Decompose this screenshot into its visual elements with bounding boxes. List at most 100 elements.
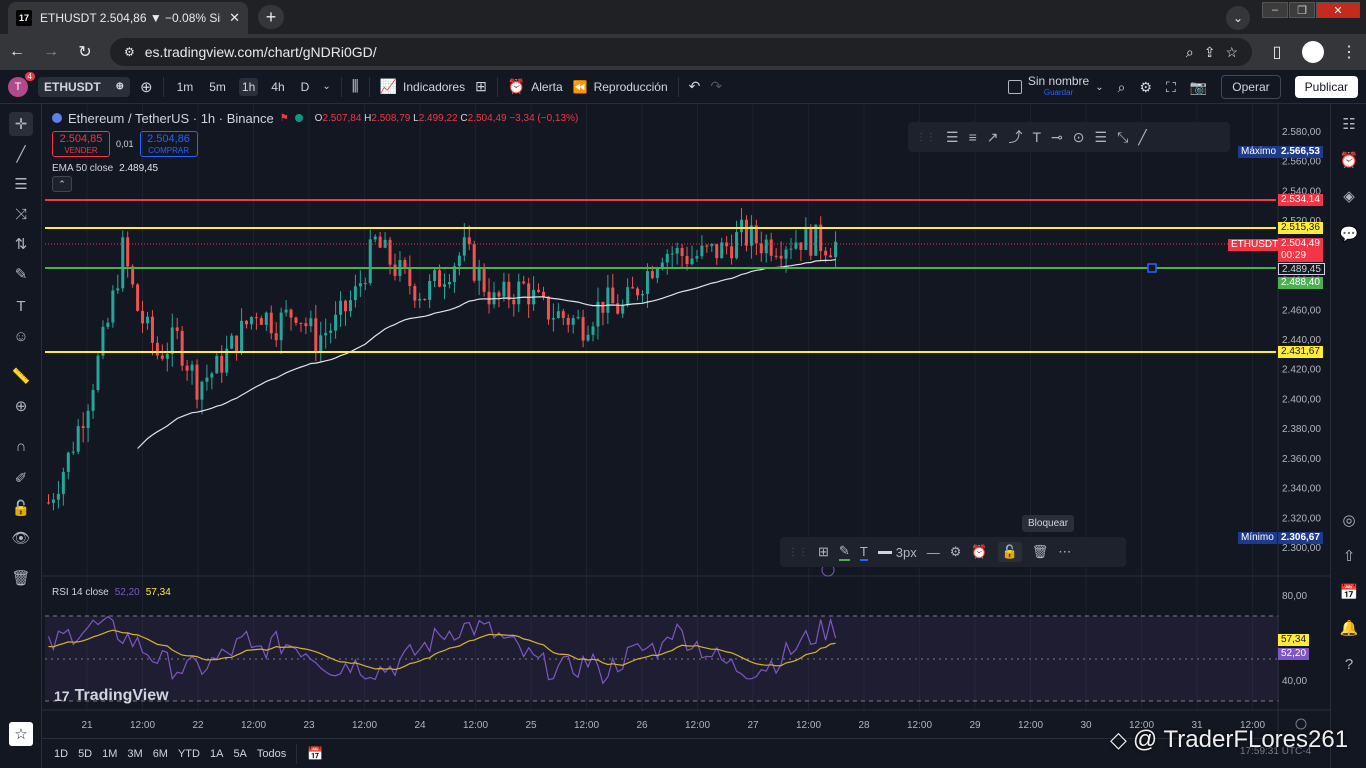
range-ytd[interactable]: YTD <box>178 748 200 760</box>
operate-button[interactable]: Operar <box>1221 75 1281 99</box>
timeframe-d[interactable]: D <box>298 78 313 96</box>
back-arrow-icon[interactable]: ← <box>8 43 26 61</box>
zoom-in-icon[interactable]: ⊕ <box>9 394 33 418</box>
ema-label[interactable]: EMA 50 close <box>52 163 113 174</box>
text-icon[interactable]: T <box>1032 129 1041 145</box>
timeframe-1h[interactable]: 1h <box>238 77 259 96</box>
site-info-icon[interactable]: ⚙ <box>124 45 135 59</box>
range-1m[interactable]: 1M <box>102 748 117 760</box>
share-icon[interactable]: ⇪ <box>1204 44 1216 61</box>
crosshair-icon[interactable]: ✛ <box>9 112 33 136</box>
range-5a[interactable]: 5A <box>233 748 246 760</box>
ideas-icon[interactable]: ⇧ <box>1337 544 1361 568</box>
text-tool-icon[interactable]: T <box>9 294 33 318</box>
buy-button[interactable]: 2.504,86 COMPRAR <box>139 131 198 157</box>
rsi-label[interactable]: RSI 14 close <box>52 587 109 598</box>
browser-menu-icon[interactable]: ⋮ <box>1340 42 1358 62</box>
trash-icon[interactable]: 🗑 <box>9 566 33 590</box>
settings-icon[interactable]: ⚙ <box>950 544 962 560</box>
lock-drawings-icon[interactable]: 🔓 <box>9 496 33 520</box>
indicators-button[interactable]: 📈 Indicadores <box>380 78 465 95</box>
alerts-clock-icon[interactable]: ⏰ <box>1337 148 1361 172</box>
layout-name-button[interactable]: Sin nombre Guardar ⌄ <box>1007 75 1104 98</box>
settings-gear-icon[interactable]: ⚙ <box>1139 79 1152 96</box>
sell-button[interactable]: 2.504,85 VENDER <box>52 131 110 157</box>
url-field[interactable]: ⚙ es.tradingview.com/chart/gNDRi0GD/ ⌕ ⇪… <box>110 38 1252 66</box>
drag-handle-icon[interactable]: ⋮⋮ <box>916 132 936 143</box>
fullscreen-icon[interactable]: ⛶ <box>1166 79 1176 96</box>
candle-type-icon[interactable]: ⫼ <box>352 78 359 95</box>
templates-icon[interactable]: ⊞ <box>818 544 829 560</box>
circle-icon[interactable]: ⊙ <box>1073 129 1085 146</box>
ray-icon[interactable]: ↗ <box>987 129 999 146</box>
tradingview-logo[interactable]: 17 TradingView <box>54 687 169 705</box>
calendar-icon[interactable]: 📅 <box>1337 580 1361 604</box>
chat-icon[interactable]: 💬 <box>1337 222 1361 246</box>
line-segment-icon[interactable]: ╱ <box>1138 129 1146 146</box>
notifications-bell-icon[interactable]: 🔔 <box>1337 616 1361 640</box>
text-color-icon[interactable]: T <box>859 544 868 561</box>
forward-arrow-icon[interactable]: → <box>42 43 60 61</box>
zoom-search-icon[interactable]: ⌕ <box>1186 44 1194 61</box>
price-chart[interactable]: 21 12:00 22 12:00 23 12:00 24 12:00 25 12:00 26 12:… <box>42 104 1330 738</box>
favorites-star-icon[interactable]: ☆ <box>9 722 33 746</box>
bookmark-star-icon[interactable]: ☆ <box>1225 44 1238 61</box>
user-avatar[interactable]: T 4 <box>8 71 35 97</box>
fib-retracement-icon[interactable]: ☰ <box>9 172 33 196</box>
more-options-icon[interactable]: ⋯ <box>1058 544 1071 560</box>
drag-handle-icon[interactable]: ⋮⋮ <box>788 547 808 558</box>
delete-icon[interactable]: 🗑 <box>1032 544 1049 560</box>
range-all[interactable]: Todos <box>257 748 286 760</box>
line-style-icon[interactable]: — <box>927 545 940 560</box>
layout-dropdown-icon[interactable]: ⌄ <box>1095 82 1103 93</box>
publish-button[interactable]: Publicar <box>1294 76 1358 98</box>
reload-icon[interactable]: ↻ <box>76 42 94 62</box>
layers-icon[interactable]: ◈ <box>1337 184 1361 208</box>
redo-icon[interactable]: ↷ <box>710 78 722 95</box>
undo-icon[interactable]: ↶ <box>689 78 701 95</box>
fib-extension-icon[interactable]: ≡ <box>969 129 977 145</box>
target-icon[interactable]: ◎ <box>1337 508 1361 532</box>
pattern-icon[interactable]: ⤨ <box>9 202 33 226</box>
extended-line-icon[interactable]: ⤡ <box>1117 129 1128 146</box>
symbol-search-button[interactable]: ETHUSDT ⊕ <box>38 76 130 97</box>
watchlist-icon[interactable]: ☷ <box>1337 112 1361 136</box>
new-tab-button[interactable]: + <box>258 5 284 29</box>
add-alert-icon[interactable]: ⏰ <box>971 544 987 560</box>
magnet-icon[interactable]: ∩ <box>9 434 33 458</box>
help-icon[interactable]: ? <box>1337 652 1361 676</box>
ruler-icon[interactable]: 📏 <box>9 364 33 388</box>
camera-snapshot-icon[interactable]: 📷 <box>1190 79 1207 96</box>
quick-search-icon[interactable]: ⌕ <box>1118 79 1126 96</box>
timeframe-1m[interactable]: 1m <box>174 78 197 96</box>
timeframe-dropdown-icon[interactable]: ⌄ <box>322 81 330 92</box>
long-position-icon[interactable]: ⇅ <box>9 232 33 256</box>
lock-icon[interactable]: 🔓 <box>997 542 1022 562</box>
range-6m[interactable]: 6M <box>153 748 168 760</box>
tab-search-button[interactable]: ⌄ <box>1226 6 1250 30</box>
templates-grid-icon[interactable]: ⊞ <box>475 78 487 95</box>
path-icon[interactable]: ⤴ <box>1008 127 1022 147</box>
symbol-info-icon[interactable]: ⊕ <box>116 81 124 92</box>
line-width-button[interactable]: 3px <box>877 545 917 560</box>
trend-line-icon[interactable]: ╱ <box>9 142 33 166</box>
range-1d[interactable]: 1D <box>54 748 68 760</box>
timeframe-5m[interactable]: 5m <box>206 78 229 96</box>
drawing-mode-icon[interactable]: ✐ <box>9 466 33 490</box>
timeframe-4h[interactable]: 4h <box>268 78 287 96</box>
emoji-icon[interactable]: ☺ <box>9 324 33 348</box>
range-1a[interactable]: 1A <box>210 748 223 760</box>
alert-button[interactable]: ⏰ Alerta <box>508 78 563 95</box>
date-range-icon[interactable]: 📅 <box>307 746 323 762</box>
range-5d[interactable]: 5D <box>78 748 92 760</box>
horizontal-ray-icon[interactable]: ⊸ <box>1051 129 1063 146</box>
legend-collapse-button[interactable]: ⌃ <box>52 176 72 192</box>
hide-drawings-icon[interactable]: 👁 <box>9 526 33 550</box>
line-anchor-handle[interactable] <box>1147 263 1157 273</box>
fib-channel-icon[interactable]: ☰ <box>946 129 959 146</box>
minimize-window-icon[interactable]: – <box>1262 2 1288 18</box>
side-panel-icon[interactable]: ▯ <box>1268 42 1286 62</box>
replay-button[interactable]: ⏪ Reproducción <box>573 80 668 94</box>
chart-title[interactable]: Ethereum / TetherUS · 1h · Binance <box>68 111 274 126</box>
profile-avatar[interactable] <box>1302 41 1324 63</box>
